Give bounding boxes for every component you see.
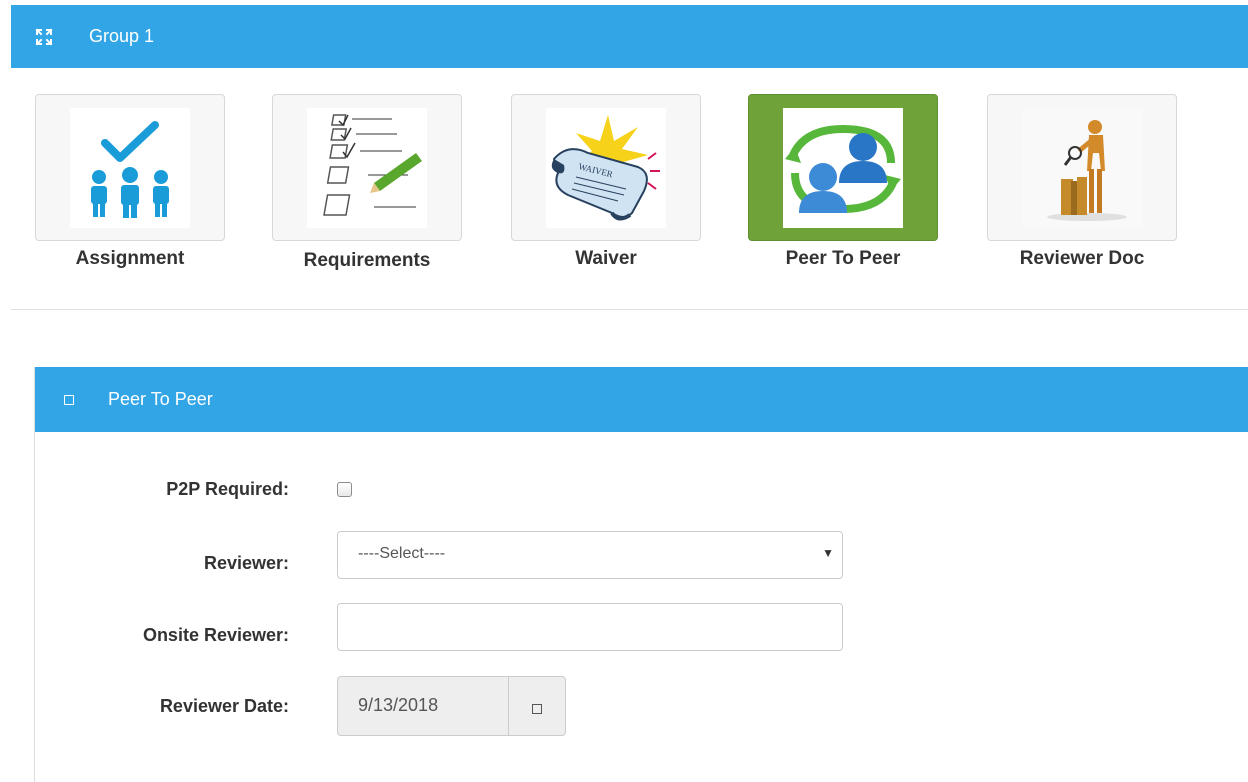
waiver-icon: WAIVER [546, 107, 666, 228]
peer-to-peer-icon [783, 107, 903, 228]
p2p-required-label: P2P Required: [166, 479, 289, 499]
reviewer-date-input[interactable]: 9/13/2018 [337, 676, 509, 736]
onsite-reviewer-input[interactable] [337, 603, 843, 651]
tile-peer-to-peer-box[interactable] [748, 94, 938, 241]
group-header: Group 1 [11, 5, 1248, 68]
tile-reviewer-doc-box[interactable] [987, 94, 1177, 241]
chevron-down-icon: ▼ [822, 546, 834, 560]
tile-waiver[interactable]: WAIVER Waiver [511, 68, 747, 298]
tile-label: Waiver [575, 248, 637, 269]
reviewer-date-value: 9/13/2018 [358, 695, 439, 715]
group-title: Group 1 [89, 26, 155, 46]
peer-to-peer-panel: Peer To Peer P2P Required: Reviewer: ---… [34, 367, 1248, 782]
p2p-required-checkbox[interactable] [337, 482, 352, 497]
tile-label: Requirements [303, 250, 431, 271]
requirements-icon [307, 107, 427, 228]
calendar-icon [532, 704, 542, 714]
reviewer-select-value: ----Select---- [358, 545, 446, 562]
reviewer-select[interactable]: ----Select---- ▼ [337, 531, 843, 579]
page: Group 1 Assignment Requirements WAIVER W… [0, 0, 1248, 782]
reviewer-label: Reviewer: [203, 553, 289, 573]
expand-icon[interactable] [34, 27, 54, 47]
tile-row: Assignment Requirements WAIVER Waiver Pe… [11, 68, 1248, 310]
tile-assignment-box[interactable] [35, 94, 225, 241]
tile-assignment[interactable]: Assignment [35, 68, 271, 298]
tile-label: Reviewer Doc [1019, 248, 1145, 269]
tile-peer-to-peer[interactable]: Peer To Peer [748, 68, 984, 298]
calendar-button[interactable] [508, 676, 566, 736]
reviewer-date-label: Reviewer Date: [159, 696, 289, 716]
tile-label: Assignment [75, 248, 185, 269]
reviewer-doc-icon [1022, 107, 1142, 228]
tile-requirements-box[interactable] [272, 94, 462, 241]
tile-waiver-box[interactable]: WAIVER [511, 94, 701, 241]
panel-header[interactable]: Peer To Peer [35, 367, 1248, 432]
assignment-icon [70, 107, 190, 228]
tile-reviewer-doc[interactable]: Reviewer Doc [987, 68, 1223, 298]
tile-requirements[interactable]: Requirements [272, 68, 508, 298]
panel-square-icon [64, 394, 74, 405]
onsite-reviewer-label: Onsite Reviewer: [142, 625, 289, 645]
panel-title: Peer To Peer [108, 389, 213, 409]
tile-label: Peer To Peer [785, 248, 901, 269]
